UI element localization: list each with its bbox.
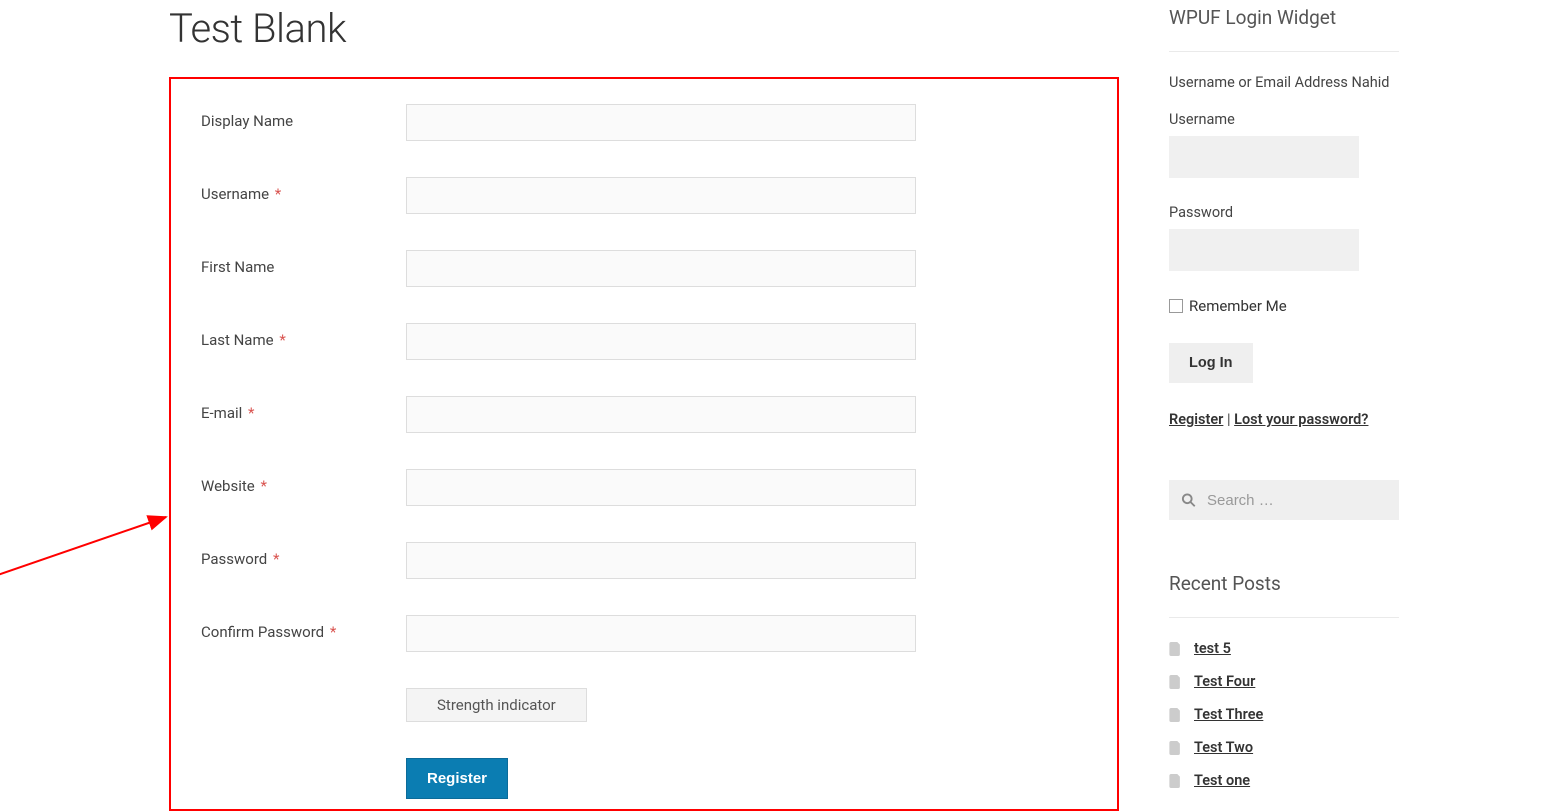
first-name-input[interactable] (406, 250, 916, 287)
recent-post-link[interactable]: Test Two (1194, 739, 1253, 756)
list-item: Test Two (1169, 739, 1399, 756)
arrow-annotation-icon (0, 509, 186, 589)
password-strength-indicator: Strength indicator (406, 688, 587, 722)
first-name-label: First Name (201, 250, 406, 276)
email-input[interactable] (406, 396, 916, 433)
username-input[interactable] (406, 177, 916, 214)
login-button[interactable]: Log In (1169, 343, 1253, 383)
search-widget (1169, 480, 1399, 520)
username-label: Username * (201, 177, 406, 203)
display-name-label: Display Name (201, 104, 406, 130)
divider (1169, 51, 1399, 52)
document-icon (1169, 675, 1182, 689)
recent-posts-title: Recent Posts (1169, 572, 1399, 595)
main-content: Test Blank Display Name (149, 0, 1119, 811)
login-username-input[interactable] (1169, 136, 1359, 178)
page-title: Test Blank (169, 5, 1119, 52)
confirm-password-label: Confirm Password * (201, 615, 406, 641)
display-name-input[interactable] (406, 104, 916, 141)
remember-me-checkbox[interactable] (1169, 299, 1183, 313)
confirm-password-input[interactable] (406, 615, 916, 652)
document-icon (1169, 774, 1182, 788)
login-intro-text: Username or Email Address Nahid (1169, 74, 1399, 91)
login-password-input[interactable] (1169, 229, 1359, 271)
list-item: Test Three (1169, 706, 1399, 723)
search-icon (1181, 493, 1196, 508)
sidebar: WPUF Login Widget Username or Email Addr… (1169, 0, 1399, 811)
search-input[interactable] (1169, 480, 1399, 520)
remember-me-label: Remember Me (1189, 297, 1287, 315)
website-input[interactable] (406, 469, 916, 506)
recent-post-link[interactable]: Test Four (1194, 673, 1255, 690)
document-icon (1169, 708, 1182, 722)
password-input[interactable] (406, 542, 916, 579)
password-label: Password * (201, 542, 406, 568)
login-widget-title: WPUF Login Widget (1169, 6, 1399, 29)
list-item: Test one (1169, 772, 1399, 789)
register-button[interactable]: Register (406, 758, 508, 799)
document-icon (1169, 741, 1182, 755)
last-name-label: Last Name * (201, 323, 406, 349)
recent-posts-list: test 5 Test Four Test Three Test Two Tes… (1169, 640, 1399, 789)
login-links: Register | Lost your password? (1169, 411, 1399, 428)
list-item: Test Four (1169, 673, 1399, 690)
list-item: test 5 (1169, 640, 1399, 657)
email-label: E-mail * (201, 396, 406, 422)
last-name-input[interactable] (406, 323, 916, 360)
recent-post-link[interactable]: test 5 (1194, 640, 1231, 657)
document-icon (1169, 642, 1182, 656)
lost-password-link[interactable]: Lost your password? (1234, 411, 1368, 428)
website-label: Website * (201, 469, 406, 495)
recent-post-link[interactable]: Test one (1194, 772, 1250, 789)
login-password-label: Password (1169, 204, 1399, 221)
divider (1169, 617, 1399, 618)
recent-post-link[interactable]: Test Three (1194, 706, 1263, 723)
register-link[interactable]: Register (1169, 411, 1223, 428)
registration-form: Display Name Username * First Name (169, 77, 1119, 811)
login-username-label: Username (1169, 111, 1399, 128)
